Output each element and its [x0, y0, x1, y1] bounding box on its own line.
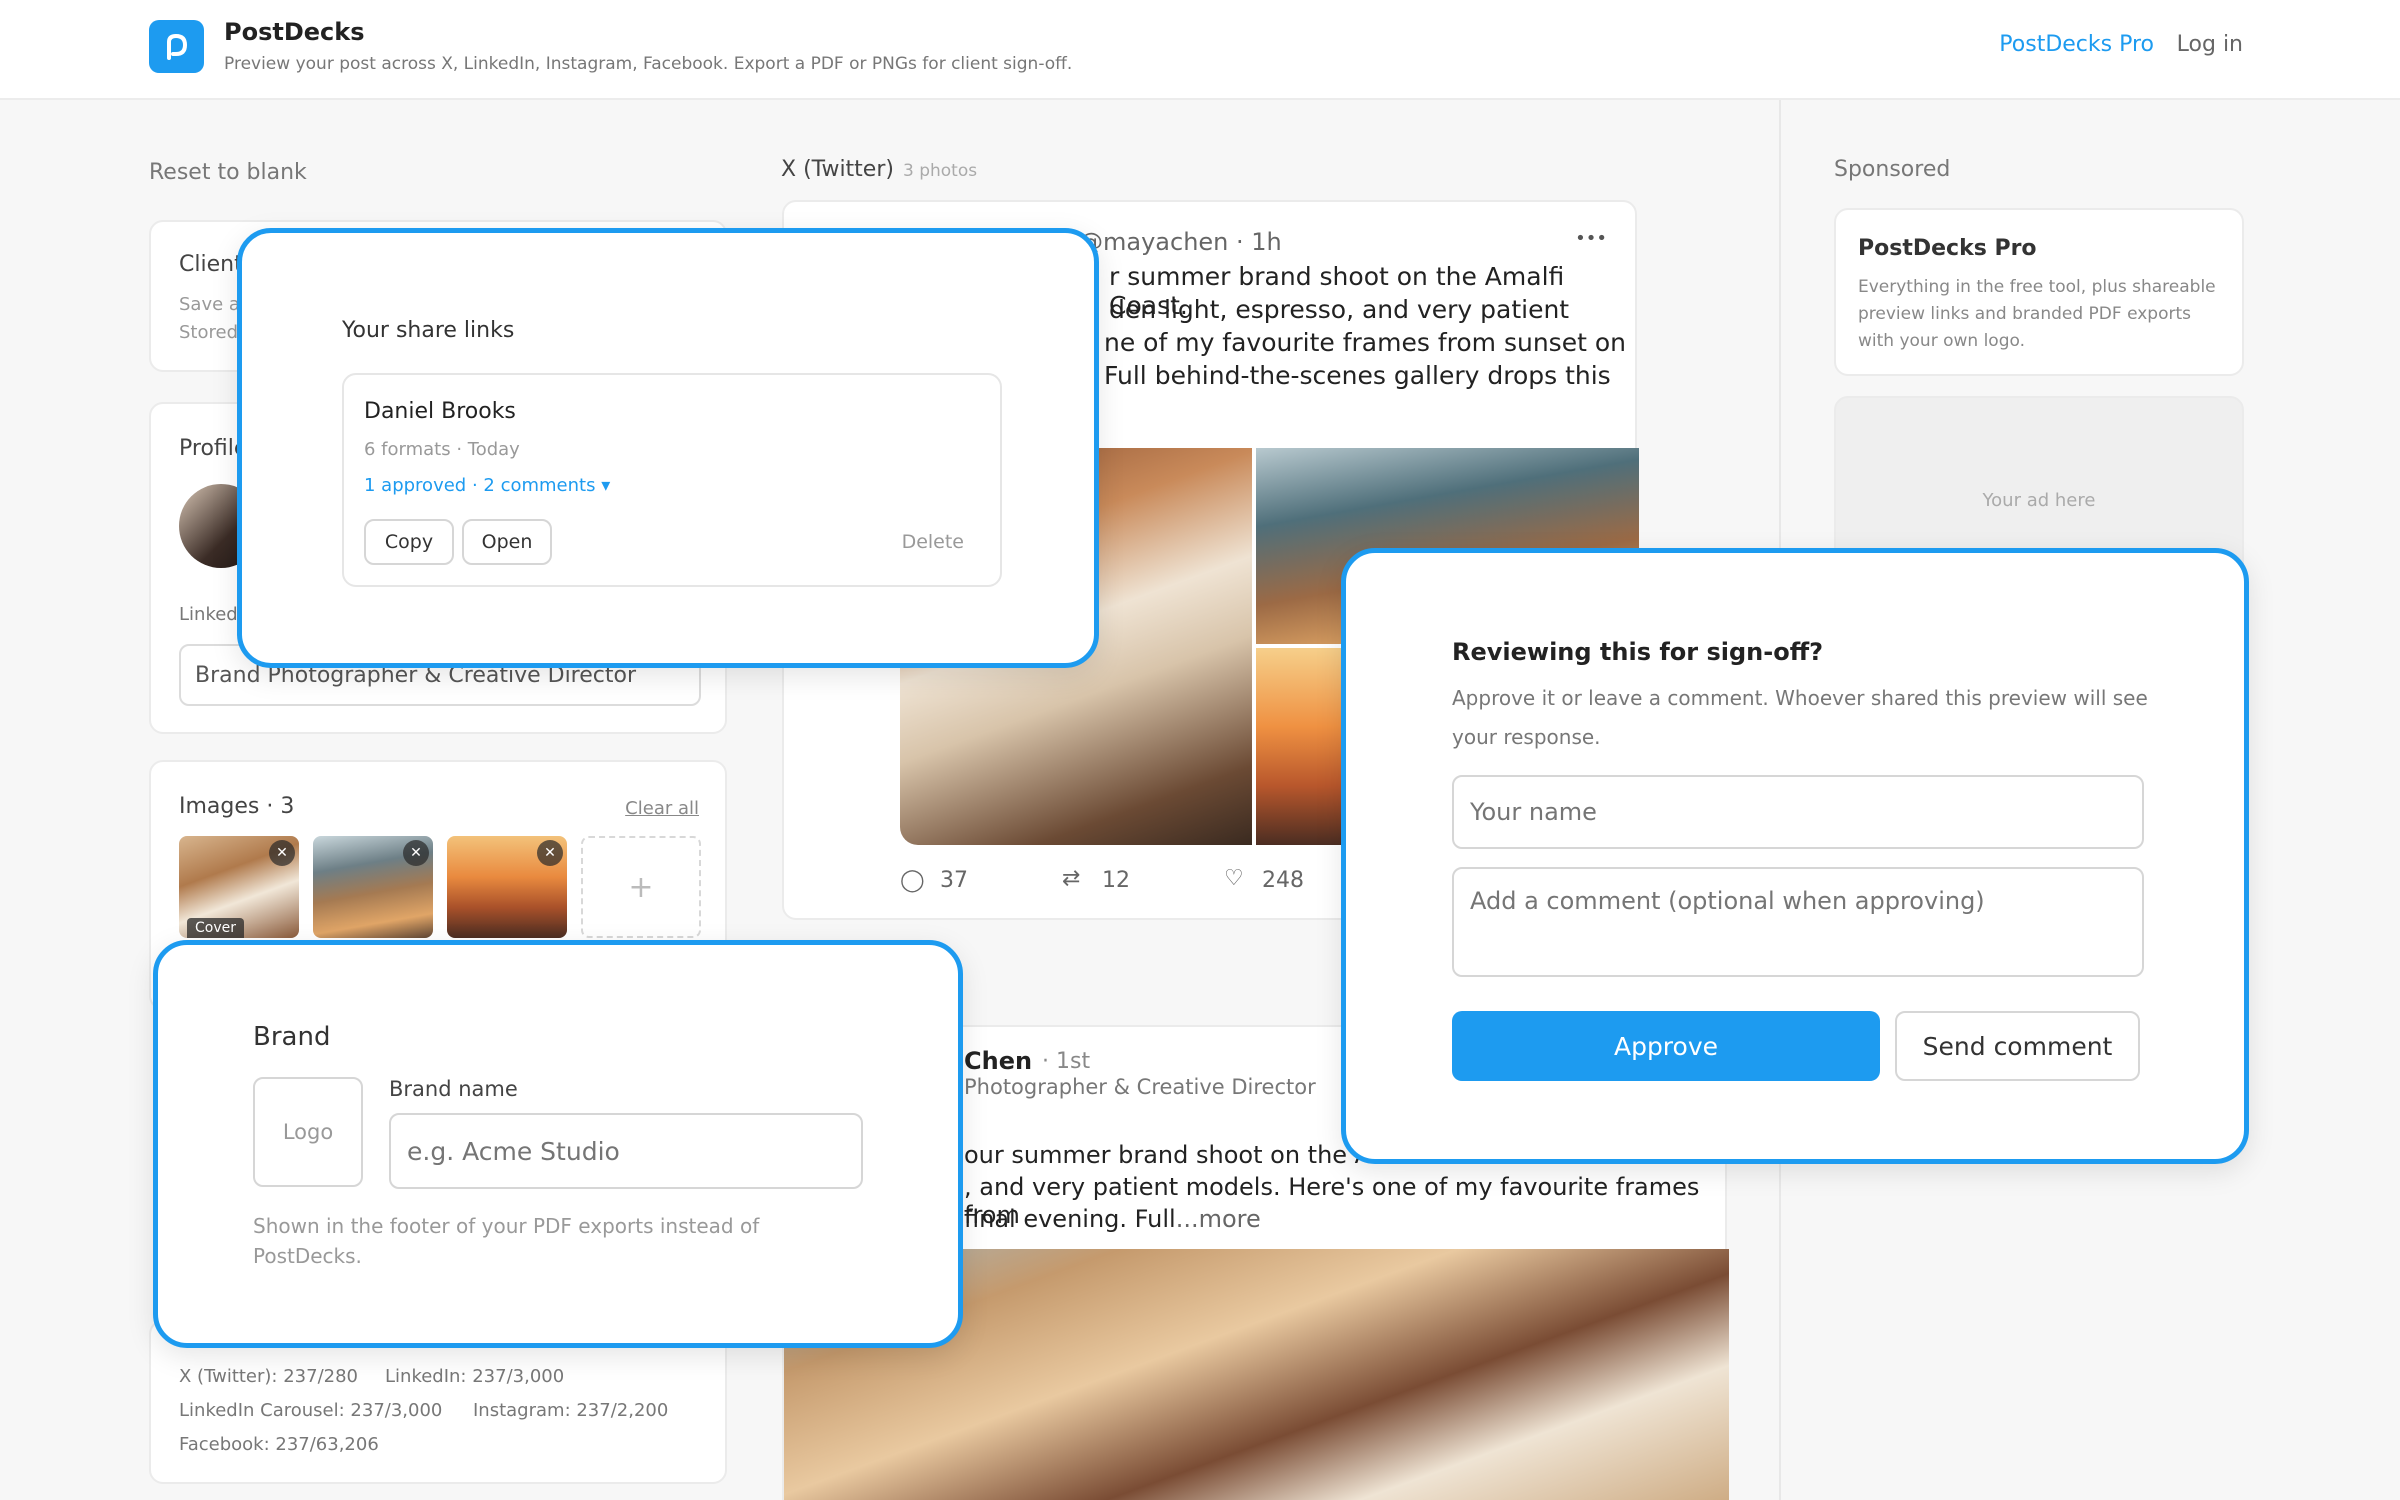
sponsored-ad-card[interactable]: PostDecks Pro Everything in the free too… [1834, 208, 2244, 376]
copy-button[interactable]: Copy [364, 519, 454, 565]
share-link-name: Daniel Brooks [364, 399, 516, 424]
brand-title: Brand [253, 1022, 331, 1052]
linkedin-headline-label: Linked [179, 604, 238, 625]
image-thumbnail-2[interactable]: ✕ [313, 836, 433, 938]
count-instagram: Instagram: 237/2,200 [473, 1400, 669, 1421]
count-facebook: Facebook: 237/63,206 [179, 1434, 379, 1455]
x-post-line-3: ne of my favourite frames from sunset on [1104, 328, 1626, 357]
review-comment-input[interactable] [1452, 867, 2144, 977]
clear-all-images-link[interactable]: Clear all [625, 798, 699, 819]
brand-help-text: Shown in the footer of your PDF exports … [253, 1214, 760, 1268]
delete-link[interactable]: Delete [902, 531, 964, 553]
image-thumbnail-1[interactable]: ✕ Cover [179, 836, 299, 938]
x-section-meta: 3 photos [903, 161, 978, 181]
share-links-title: Your share links [342, 318, 515, 343]
linkedin-post-name[interactable]: Chen [964, 1047, 1032, 1075]
reset-to-blank-link[interactable]: Reset to blank [149, 160, 307, 185]
x-post-line-2: den light, espresso, and very patient [1109, 295, 1570, 324]
linkedin-post-headline: Photographer & Creative Director [964, 1075, 1316, 1099]
reply-icon[interactable]: ◯ [900, 868, 925, 893]
top-bar: PostDecks Preview your post across X, Li… [0, 0, 2400, 100]
ad-placeholder-text: Your ad here [1982, 490, 2096, 511]
reviewer-name-input[interactable] [1452, 775, 2144, 849]
x-post-line-4: Full behind-the-scenes gallery drops thi… [1104, 361, 1611, 390]
count-linkedin-carousel: LinkedIn Carousel: 237/3,000 [179, 1400, 443, 1421]
chevron-down-icon: ▾ [601, 475, 611, 496]
like-count: 248 [1262, 868, 1304, 893]
x-post-handle-time: @mayachen · 1h [1079, 228, 1282, 256]
client-card-title: Client [179, 252, 243, 277]
logo-upload-button[interactable]: Logo [253, 1077, 363, 1187]
cover-tag: Cover [187, 918, 244, 938]
share-link-item: Daniel Brooks 6 formats · Today 1 approv… [342, 373, 1002, 587]
client-card-line2: Stored [179, 322, 239, 343]
brand-name-label: Brand name [389, 1077, 518, 1101]
share-link-status[interactable]: 1 approved · 2 comments ▾ [364, 475, 610, 496]
reply-count: 37 [940, 868, 968, 893]
share-link-status-text: 1 approved · 2 comments [364, 475, 596, 496]
client-card-line1: Save a [179, 294, 240, 315]
repost-count: 12 [1102, 868, 1130, 893]
linkedin-post-degree: · 1st [1042, 1049, 1091, 1074]
see-more-link[interactable]: ...more [1176, 1205, 1261, 1233]
repost-icon[interactable]: ⇄ [1062, 866, 1080, 891]
like-icon[interactable]: ♡ [1224, 866, 1244, 891]
postdecks-logo-icon[interactable] [149, 20, 204, 73]
image-thumbnail-3[interactable]: ✕ [447, 836, 567, 938]
login-link[interactable]: Log in [2177, 32, 2243, 57]
linkedin-post-line-3-text: final evening. Full [964, 1205, 1176, 1233]
remove-image-icon[interactable]: ✕ [537, 840, 563, 866]
review-description: Approve it or leave a comment. Whoever s… [1452, 686, 2148, 749]
brand-panel: Brand Logo Brand name Shown in the foote… [153, 940, 963, 1348]
share-link-meta: 6 formats · Today [364, 439, 520, 460]
add-image-button[interactable]: + [581, 836, 701, 938]
more-options-icon[interactable]: ••• [1575, 228, 1607, 249]
images-card-title: Images · 3 [179, 794, 295, 819]
count-x: X (Twitter): 237/280 [179, 1366, 358, 1387]
open-button[interactable]: Open [462, 519, 552, 565]
app-name[interactable]: PostDecks [224, 18, 365, 46]
pro-link[interactable]: PostDecks Pro [1999, 32, 2154, 57]
review-title: Reviewing this for sign-off? [1452, 638, 1824, 666]
x-section-title: X (Twitter) [781, 157, 894, 182]
review-signoff-panel: Reviewing this for sign-off? Approve it … [1341, 548, 2249, 1164]
app-tagline: Preview your post across X, LinkedIn, In… [224, 54, 1073, 74]
sponsored-label: Sponsored [1834, 157, 1951, 182]
remove-image-icon[interactable]: ✕ [269, 840, 295, 866]
send-comment-button[interactable]: Send comment [1895, 1011, 2140, 1081]
brand-name-input[interactable] [389, 1113, 863, 1189]
share-links-panel: Your share links Daniel Brooks 6 formats… [237, 228, 1099, 668]
approve-button[interactable]: Approve [1452, 1011, 1880, 1081]
count-linkedin: LinkedIn: 237/3,000 [385, 1366, 565, 1387]
linkedin-post-line-3: final evening. Full...more [964, 1205, 1261, 1233]
ad-body: Everything in the free tool, plus sharea… [1858, 277, 2216, 351]
ad-title: PostDecks Pro [1858, 236, 2037, 261]
remove-image-icon[interactable]: ✕ [403, 840, 429, 866]
